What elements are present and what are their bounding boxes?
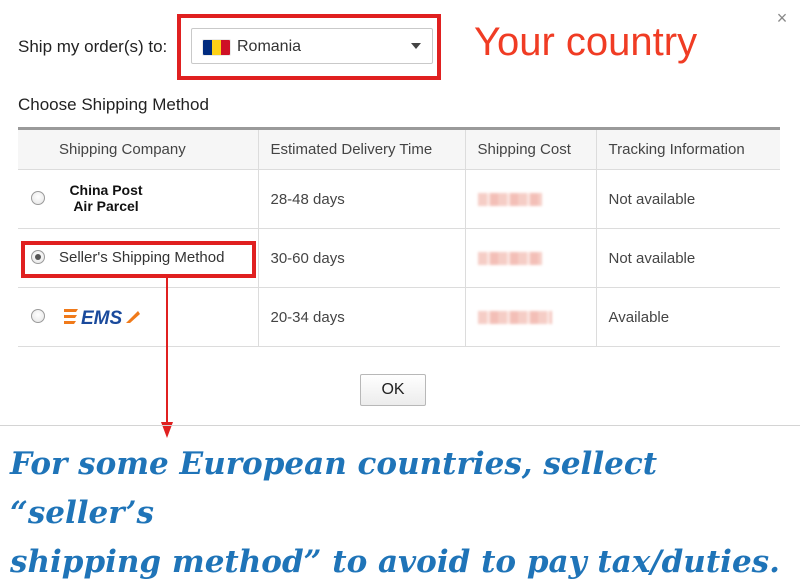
ship-to-label: Ship my order(s) to: bbox=[18, 37, 168, 56]
country-highlight-box bbox=[177, 14, 441, 80]
blurred-price bbox=[477, 252, 542, 266]
table-row: EMS 20-34 days Available bbox=[18, 287, 780, 347]
delivery-time-cell: 30-60 days bbox=[257, 228, 466, 288]
company-cell: EMS bbox=[18, 287, 259, 347]
blurred-price bbox=[477, 311, 552, 325]
shipping-cost-cell bbox=[464, 287, 597, 347]
column-header-tracking: Tracking Information bbox=[595, 128, 780, 170]
column-header-cost: Shipping Cost bbox=[464, 128, 597, 170]
shipping-cost-cell bbox=[464, 169, 597, 229]
annotation-note: For some European countries, sellect “se… bbox=[10, 440, 795, 587]
sellers-method-highlight-box bbox=[21, 241, 256, 278]
tracking-cell: Available bbox=[595, 287, 780, 347]
column-header-delivery: Estimated Delivery Time bbox=[257, 128, 466, 170]
shipping-cost-cell bbox=[464, 228, 597, 288]
annotation-arrow-line bbox=[166, 278, 168, 424]
annotation-your-country: Your country bbox=[474, 20, 698, 64]
annotation-note-line-2: shipping method” to avoid to pay tax/dut… bbox=[10, 544, 780, 580]
annotation-note-line-1: For some European countries, sellect “se… bbox=[10, 446, 658, 531]
section-title: Choose Shipping Method bbox=[18, 95, 209, 114]
dialog-bottom-divider bbox=[0, 425, 800, 426]
delivery-time-cell: 28-48 days bbox=[257, 169, 466, 229]
blurred-price bbox=[477, 193, 542, 207]
shipping-method-table: Shipping Company Estimated Delivery Time… bbox=[18, 127, 780, 347]
radio-ems[interactable] bbox=[31, 309, 45, 323]
china-post-logo: China Post Air Parcel bbox=[69, 182, 143, 214]
ok-button[interactable]: OK bbox=[360, 374, 426, 406]
svg-text:EMS: EMS bbox=[81, 308, 123, 328]
table-row: China Post Air Parcel 28-48 days Not ava… bbox=[18, 169, 780, 229]
table-header-row: Shipping Company Estimated Delivery Time… bbox=[18, 128, 780, 170]
close-icon[interactable]: × bbox=[772, 8, 792, 28]
column-header-company: Shipping Company bbox=[18, 128, 259, 170]
tracking-cell: Not available bbox=[595, 228, 780, 288]
company-cell: China Post Air Parcel bbox=[18, 169, 259, 229]
ems-logo: EMS bbox=[64, 308, 140, 328]
tracking-cell: Not available bbox=[595, 169, 780, 229]
radio-china-post[interactable] bbox=[31, 191, 45, 205]
delivery-time-cell: 20-34 days bbox=[257, 287, 466, 347]
